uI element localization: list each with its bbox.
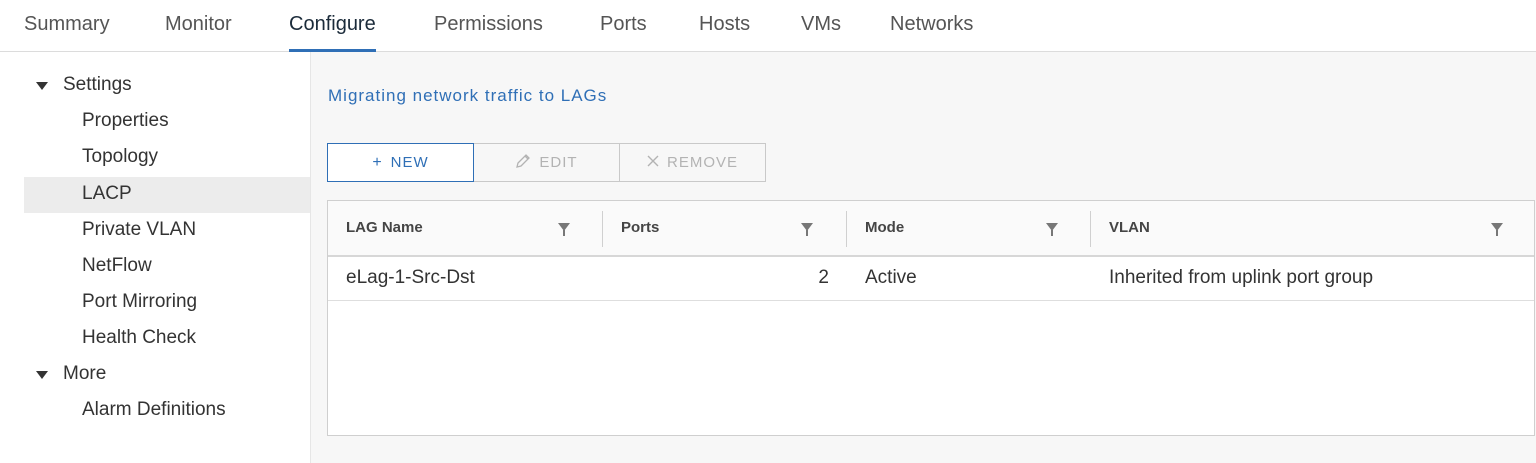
cell-mode: Active <box>865 267 917 288</box>
remove-button-label: REMOVE <box>666 154 738 171</box>
tab-configure[interactable]: Configure <box>289 10 376 52</box>
filter-icon[interactable] <box>1491 223 1503 236</box>
caret-down-icon[interactable] <box>36 371 48 379</box>
tab-networks[interactable]: Networks <box>890 10 973 52</box>
sidebar-item-label: Topology <box>82 146 159 167</box>
tab-vms[interactable]: VMs <box>801 10 841 52</box>
sidebar-group-settings[interactable]: Settings <box>24 68 310 104</box>
plus-icon: + <box>372 153 383 171</box>
new-button-label: NEW <box>390 154 429 171</box>
column-divider[interactable] <box>1090 211 1091 247</box>
sidebar: Settings Properties Topology LACP Privat… <box>24 68 310 463</box>
table-header: LAG Name Ports Mode VLAN <box>328 201 1534 257</box>
close-icon <box>647 155 659 171</box>
sidebar-item-label: NetFlow <box>82 255 152 276</box>
edit-button[interactable]: EDIT <box>473 143 620 182</box>
pencil-icon <box>515 153 531 173</box>
filter-icon[interactable] <box>801 223 813 236</box>
column-header-ports[interactable]: Ports <box>621 201 659 255</box>
sidebar-item-lacp[interactable]: LACP <box>24 177 310 213</box>
sidebar-item-label: Port Mirroring <box>82 291 198 312</box>
sidebar-item-label: Properties <box>82 110 169 131</box>
sidebar-group-label: Settings <box>63 74 132 95</box>
filter-icon[interactable] <box>558 223 570 236</box>
column-header-mode[interactable]: Mode <box>865 201 904 255</box>
sidebar-item-properties[interactable]: Properties <box>24 104 310 140</box>
action-toolbar: + NEW EDIT REMOVE <box>327 143 766 182</box>
filter-icon[interactable] <box>1046 223 1058 236</box>
main-panel: Migrating network traffic to LAGs + NEW … <box>310 52 1536 463</box>
sidebar-item-label: Health Check <box>82 327 197 348</box>
edit-button-label: EDIT <box>539 154 578 171</box>
table-row[interactable]: eLag-1-Src-Dst 2 Active Inherited from u… <box>328 257 1534 301</box>
sidebar-item-label: LACP <box>82 183 132 204</box>
caret-down-icon[interactable] <box>36 82 48 90</box>
sidebar-item-netflow[interactable]: NetFlow <box>24 249 310 285</box>
sidebar-item-port-mirroring[interactable]: Port Mirroring <box>24 285 310 321</box>
tab-ports[interactable]: Ports <box>600 10 647 52</box>
tab-permissions[interactable]: Permissions <box>434 10 543 52</box>
cell-vlan: Inherited from uplink port group <box>1109 267 1374 288</box>
cell-lag-name: eLag-1-Src-Dst <box>346 267 475 288</box>
sidebar-group-more[interactable]: More <box>24 357 310 393</box>
tab-summary[interactable]: Summary <box>24 10 110 52</box>
new-button[interactable]: + NEW <box>327 143 474 182</box>
sidebar-item-label: Alarm Definitions <box>82 399 226 420</box>
sidebar-item-label: Private VLAN <box>82 219 197 240</box>
tab-bar: Summary Monitor Configure Permissions Po… <box>0 0 1536 52</box>
page-title: Migrating network traffic to LAGs <box>328 86 608 105</box>
sidebar-item-private-vlan[interactable]: Private VLAN <box>24 213 310 249</box>
cell-ports: 2 <box>818 267 829 288</box>
sidebar-item-topology[interactable]: Topology <box>24 140 310 176</box>
column-divider[interactable] <box>602 211 603 247</box>
column-header-vlan[interactable]: VLAN <box>1109 201 1150 255</box>
remove-button[interactable]: REMOVE <box>619 143 766 182</box>
sidebar-item-alarm-definitions[interactable]: Alarm Definitions <box>24 393 310 429</box>
sidebar-item-health-check[interactable]: Health Check <box>24 321 310 357</box>
lag-table: LAG Name Ports Mode VLAN eLag-1-Src-Dst … <box>327 200 1535 436</box>
column-divider[interactable] <box>846 211 847 247</box>
tab-monitor[interactable]: Monitor <box>165 10 232 52</box>
tab-hosts[interactable]: Hosts <box>699 10 750 52</box>
column-header-lag-name[interactable]: LAG Name <box>346 201 423 255</box>
sidebar-group-label: More <box>63 363 107 384</box>
